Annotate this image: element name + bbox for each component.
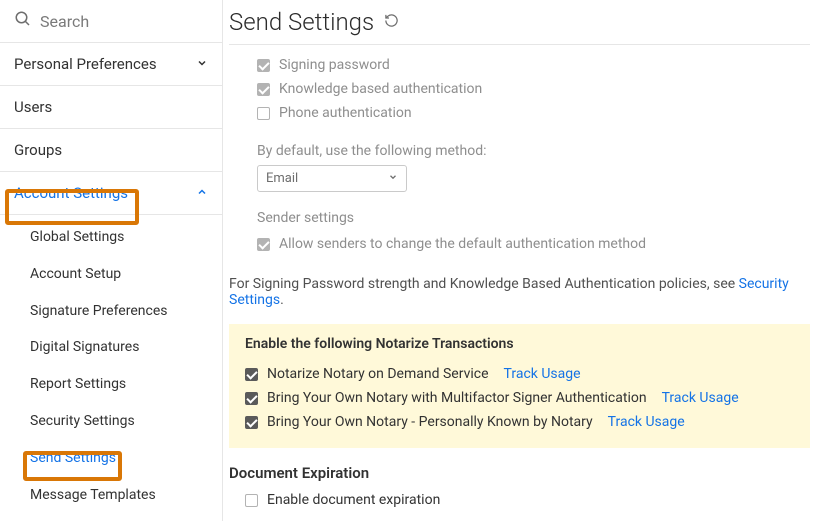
checkbox-icon <box>257 107 270 120</box>
checkbox-label: Phone authentication <box>279 105 412 121</box>
sidebar-item-users[interactable]: Users <box>0 86 222 129</box>
checkbox-label: Notarize Notary on Demand Service <box>267 366 489 382</box>
refresh-icon[interactable] <box>384 13 399 32</box>
sidebar-item-groups[interactable]: Groups <box>0 129 222 172</box>
sidebar-item-label: Digital Signatures <box>30 339 139 355</box>
notarize-title: Enable the following Notarize Transactio… <box>245 336 794 352</box>
sidebar-item-label: Account Settings <box>14 184 128 202</box>
sidebar-item-signature-preferences[interactable]: Signature Preferences <box>0 293 222 330</box>
checkbox-icon <box>257 238 270 251</box>
search-icon <box>14 10 32 32</box>
search-box[interactable]: Search <box>0 0 222 43</box>
sidebar-item-label: Users <box>14 98 52 116</box>
checkbox-icon <box>245 494 258 507</box>
default-method-select[interactable]: Email <box>257 165 407 192</box>
sidebar-item-label: Global Settings <box>30 229 124 245</box>
sidebar-item-label: Message Templates <box>30 487 156 503</box>
checkbox-label: Signing password <box>279 57 390 73</box>
notarize-byon-known[interactable]: Bring Your Own Notary - Personally Known… <box>245 410 794 434</box>
page-title-row: Send Settings <box>229 8 810 45</box>
checkbox-icon <box>245 368 258 381</box>
enable-document-expiration[interactable]: Enable document expiration <box>229 492 810 508</box>
policy-note: For Signing Password strength and Knowle… <box>229 276 810 308</box>
sidebar-item-account-settings[interactable]: Account Settings <box>0 172 222 215</box>
search-placeholder: Search <box>40 12 89 31</box>
sidebar-item-personal-preferences[interactable]: Personal Preferences <box>0 43 222 86</box>
track-usage-link[interactable]: Track Usage <box>608 414 685 430</box>
policy-text-prefix: For Signing Password strength and Knowle… <box>229 276 739 292</box>
sidebar: Search Personal Preferences Users Groups… <box>0 0 223 521</box>
notarize-byon-mfa[interactable]: Bring Your Own Notary with Multifactor S… <box>245 386 794 410</box>
sidebar-item-label: Signature Preferences <box>30 303 167 319</box>
sender-settings-label: Sender settings <box>257 210 810 226</box>
sidebar-item-label: Security Settings <box>30 413 135 429</box>
sidebar-item-send-settings[interactable]: Send Settings <box>0 440 222 477</box>
sidebar-item-global-settings[interactable]: Global Settings <box>0 219 222 256</box>
auth-option-kba[interactable]: Knowledge based authentication <box>257 77 810 101</box>
notarize-panel: Enable the following Notarize Transactio… <box>229 324 810 448</box>
track-usage-link[interactable]: Track Usage <box>662 390 739 406</box>
checkbox-icon <box>245 392 258 405</box>
sidebar-item-digital-signatures[interactable]: Digital Signatures <box>0 329 222 366</box>
checkbox-label: Allow senders to change the default auth… <box>279 236 646 252</box>
checkbox-label: Knowledge based authentication <box>279 81 482 97</box>
sidebar-item-label: Groups <box>14 141 62 159</box>
sidebar-item-label: Send Settings <box>30 450 116 466</box>
track-usage-link[interactable]: Track Usage <box>504 366 581 382</box>
checkbox-icon <box>257 59 270 72</box>
default-method-label: By default, use the following method: <box>257 143 810 159</box>
sidebar-item-account-setup[interactable]: Account Setup <box>0 256 222 293</box>
chevron-down-icon <box>196 55 208 73</box>
sidebar-item-report-settings[interactable]: Report Settings <box>0 366 222 403</box>
chevron-up-icon <box>196 184 208 202</box>
auth-option-phone[interactable]: Phone authentication <box>257 101 810 125</box>
sender-allow-change[interactable]: Allow senders to change the default auth… <box>257 232 810 256</box>
notarize-on-demand[interactable]: Notarize Notary on Demand Service Track … <box>245 362 794 386</box>
sidebar-item-label: Report Settings <box>30 376 126 392</box>
sidebar-item-label: Personal Preferences <box>14 55 157 73</box>
checkbox-icon <box>257 83 270 96</box>
checkbox-label: Bring Your Own Notary - Personally Known… <box>267 414 593 430</box>
sidebar-item-message-templates[interactable]: Message Templates <box>0 477 222 514</box>
page-title: Send Settings <box>229 8 374 36</box>
checkbox-label: Enable document expiration <box>267 492 440 508</box>
select-value: Email <box>266 171 298 186</box>
document-expiration-heading: Document Expiration <box>229 464 810 482</box>
sidebar-item-security-settings[interactable]: Security Settings <box>0 403 222 440</box>
checkbox-icon <box>245 416 258 429</box>
policy-text-suffix: . <box>280 292 284 308</box>
chevron-down-icon <box>388 171 398 186</box>
sidebar-subnav-account-settings: Global Settings Account Setup Signature … <box>0 215 222 521</box>
auth-option-signing-password[interactable]: Signing password <box>257 53 810 77</box>
checkbox-label: Bring Your Own Notary with Multifactor S… <box>267 390 647 406</box>
sidebar-item-label: Account Setup <box>30 266 121 282</box>
main-content: Send Settings Signing password Knowledge… <box>223 0 830 521</box>
